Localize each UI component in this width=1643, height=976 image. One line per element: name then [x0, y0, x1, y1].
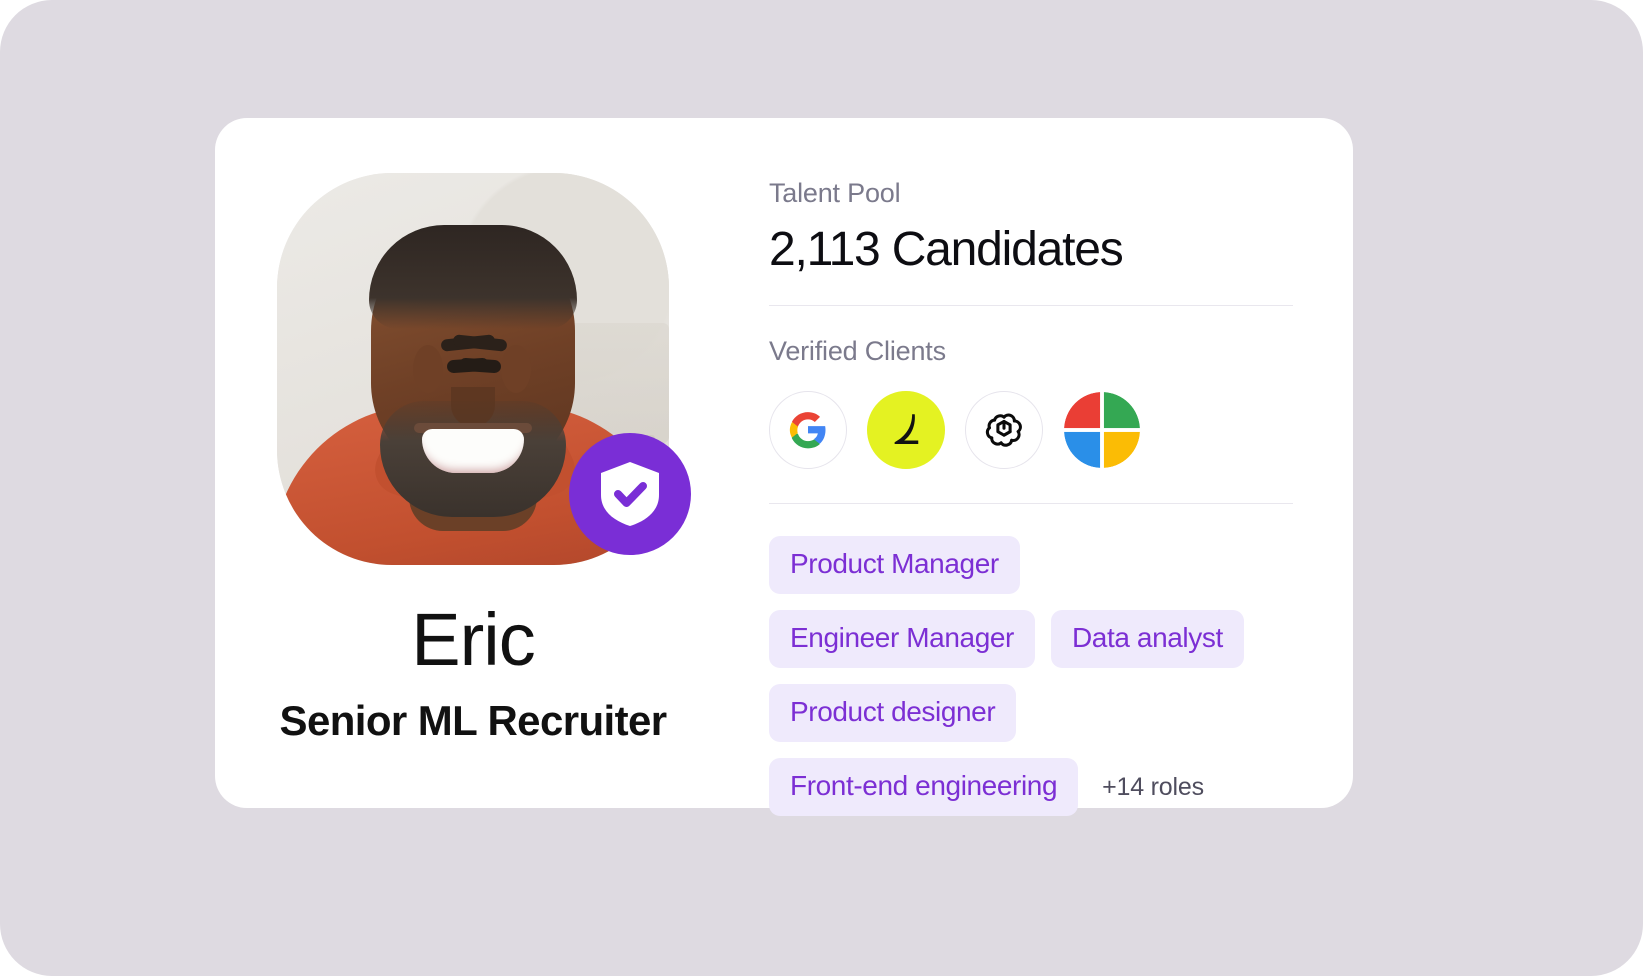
- photo-ear-left: [413, 345, 443, 393]
- client-logo-lime-brand[interactable]: [867, 391, 945, 470]
- photo-ear-right: [501, 345, 531, 393]
- shield-check-icon: [599, 461, 661, 527]
- role-tag[interactable]: Engineer Manager: [769, 610, 1035, 669]
- profile-card-screen: Eric Senior ML Recruiter Talent Pool 2,1…: [0, 0, 1643, 976]
- divider-bottom: [769, 503, 1293, 505]
- profile-name: Eric: [411, 598, 535, 681]
- microsoft-logo: [1064, 392, 1140, 469]
- profile-right-pane: Talent Pool 2,113 Candidates Verified Cl…: [715, 118, 1353, 817]
- photo-smile: [422, 429, 524, 473]
- role-tag[interactable]: Data analyst: [1050, 610, 1244, 669]
- role-tag[interactable]: Front-end engineering: [769, 758, 1079, 817]
- talent-pool-count: 2,113 Candidates: [769, 223, 1124, 276]
- google-logo: [788, 410, 828, 450]
- role-tag-list: Product Manager Engineer Manager Data an…: [769, 536, 1293, 817]
- client-logo-microsoft[interactable]: [1063, 391, 1141, 469]
- client-logo-google[interactable]: [769, 391, 847, 470]
- client-logo-openai[interactable]: [965, 391, 1043, 470]
- role-tag[interactable]: Product designer: [769, 684, 1017, 743]
- verified-badge: [569, 433, 691, 555]
- profile-left-pane: Eric Senior ML Recruiter: [215, 118, 715, 808]
- openai-logo: [983, 409, 1025, 451]
- role-tag[interactable]: Product Manager: [769, 536, 1020, 595]
- more-roles-label[interactable]: +14 roles: [1094, 773, 1204, 802]
- photo-hair: [369, 225, 577, 329]
- recruiter-profile-card: Eric Senior ML Recruiter Talent Pool 2,1…: [215, 118, 1353, 817]
- verified-clients-label: Verified Clients: [769, 336, 946, 367]
- profile-role-title: Senior ML Recruiter: [279, 697, 668, 744]
- talent-pool-label: Talent Pool: [769, 178, 901, 208]
- lime-brand-logo: [885, 409, 927, 451]
- avatar-wrapper: [277, 173, 691, 565]
- verified-clients-logo-row: [769, 391, 1293, 470]
- divider-top: [769, 305, 1293, 307]
